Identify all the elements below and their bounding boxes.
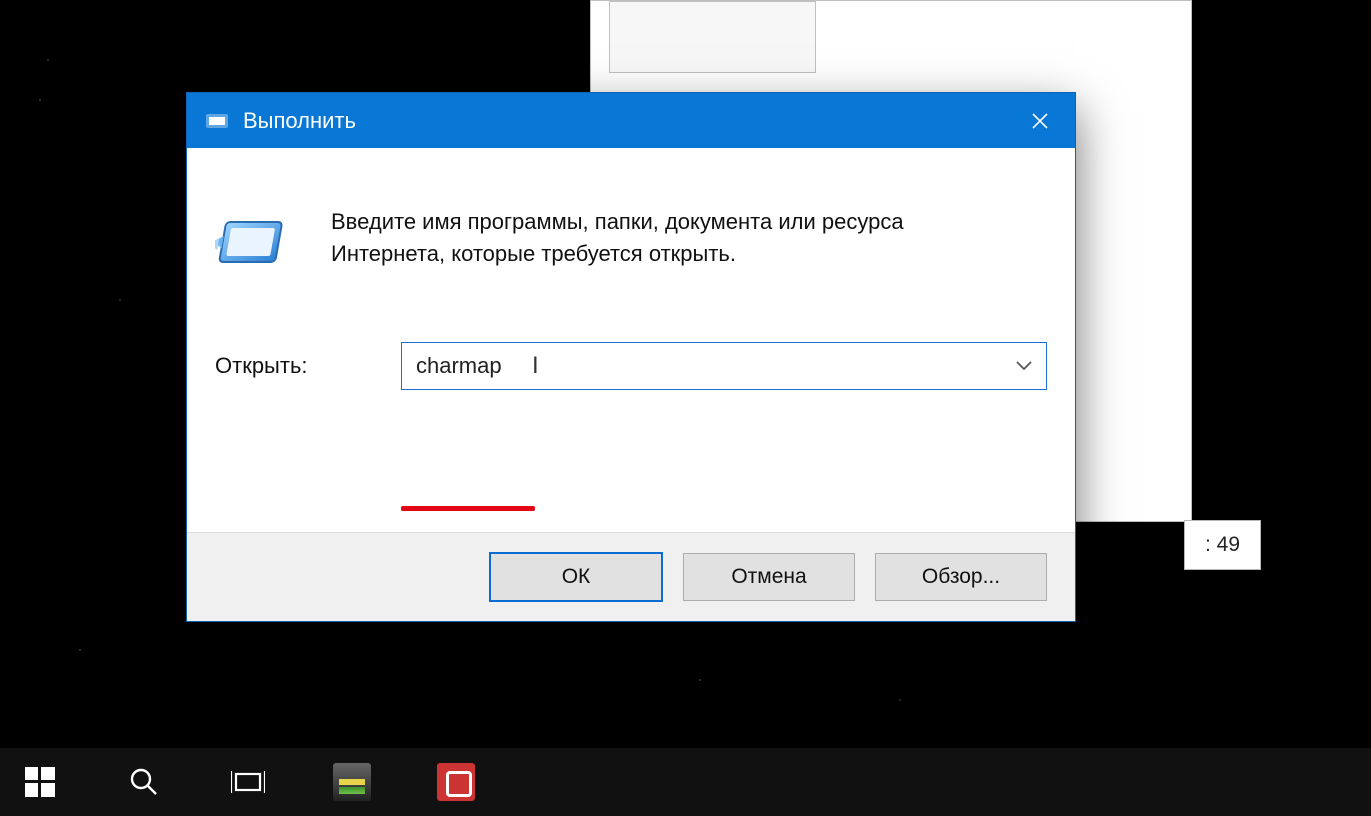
dialog-description: Введите имя программы, папки, документа … bbox=[331, 206, 921, 270]
background-window-inner bbox=[609, 1, 816, 73]
ok-button-label: ОК bbox=[562, 565, 591, 589]
ok-button[interactable]: ОК bbox=[489, 552, 663, 602]
taskbar-app-1[interactable] bbox=[320, 748, 384, 816]
open-input[interactable] bbox=[402, 353, 1002, 379]
cancel-button-label: Отмена bbox=[731, 565, 806, 589]
browse-button[interactable]: Обзор... bbox=[875, 553, 1047, 601]
task-view-button[interactable] bbox=[216, 748, 280, 816]
chevron-down-icon[interactable] bbox=[1002, 343, 1046, 389]
taskbar-app-2[interactable] bbox=[424, 748, 488, 816]
notepad-icon bbox=[333, 763, 371, 801]
button-row: ОК Отмена Обзор... bbox=[187, 532, 1075, 621]
background-window-strip: : 49 bbox=[1184, 520, 1261, 570]
background-side-text: : 49 bbox=[1205, 533, 1240, 557]
run-large-icon bbox=[215, 206, 293, 284]
annotation-underline bbox=[401, 506, 535, 511]
close-button[interactable] bbox=[1005, 93, 1075, 148]
dialog-title: Выполнить bbox=[243, 108, 1005, 134]
taskbar[interactable] bbox=[0, 748, 1371, 816]
cancel-button[interactable]: Отмена bbox=[683, 553, 855, 601]
run-dialog: Выполнить Введите имя программы, папки, … bbox=[186, 92, 1076, 622]
start-button[interactable] bbox=[8, 748, 72, 816]
run-icon bbox=[205, 111, 229, 131]
browse-button-label: Обзор... bbox=[922, 565, 1000, 589]
search-button[interactable] bbox=[112, 748, 176, 816]
open-label: Открыть: bbox=[215, 353, 401, 379]
open-combobox[interactable]: I bbox=[401, 342, 1047, 390]
titlebar[interactable]: Выполнить bbox=[187, 93, 1075, 148]
recorder-icon bbox=[437, 763, 475, 801]
